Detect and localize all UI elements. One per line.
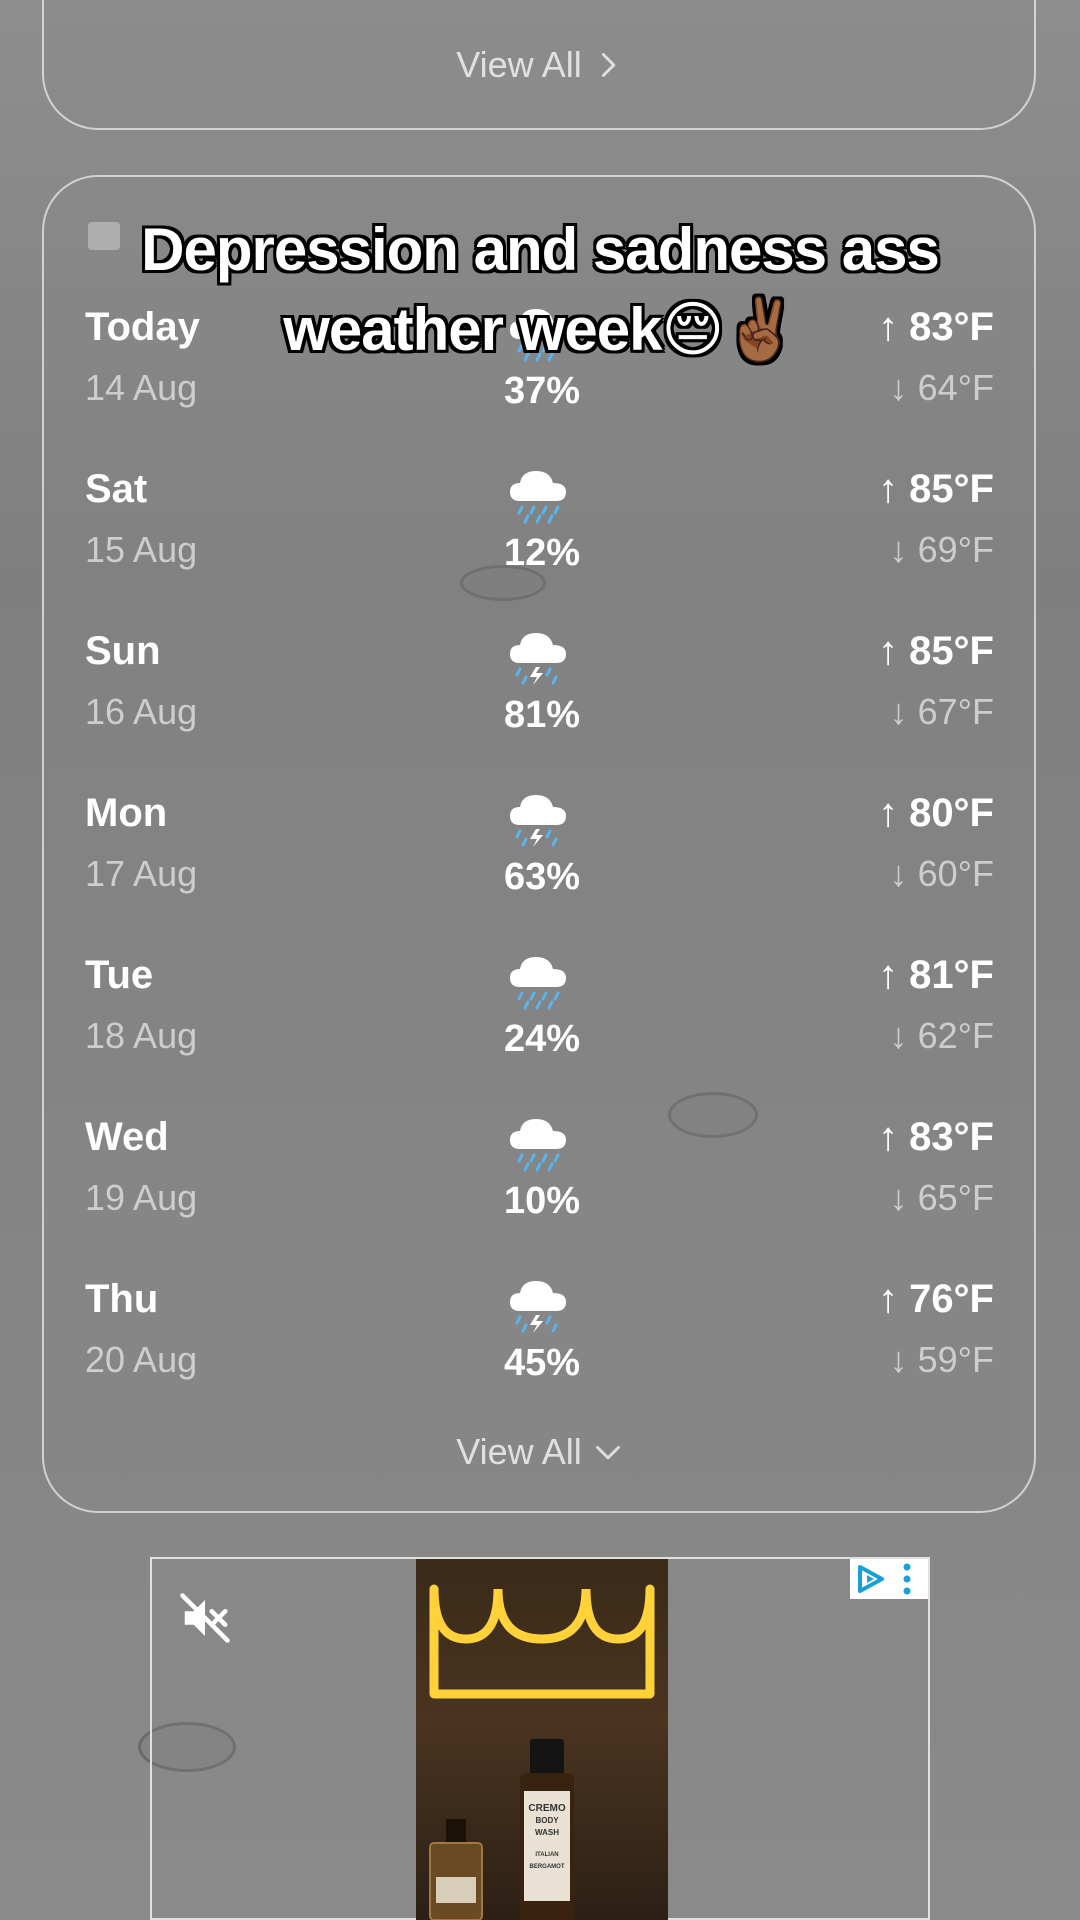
thunderstorm-icon [506, 785, 570, 849]
chevron-right-icon [601, 53, 615, 77]
day-name: Thu [85, 1277, 159, 1321]
precip-chance: 81% [503, 694, 581, 736]
body-wash-bottle: CREMO BODY WASH ITALIAN BERGAMOT [506, 1739, 588, 1920]
ad-product-image[interactable]: CREMO BODY WASH ITALIAN BERGAMOT [416, 1559, 668, 1920]
adchoices-icon[interactable] [850, 1559, 928, 1599]
view-all-label: View All [456, 44, 582, 85]
chevron-down-icon [595, 1445, 620, 1460]
precip-chance: 45% [503, 1342, 581, 1384]
forecast-row[interactable]: Wed 19 Aug 10% ↑ 83°F ↓ 65°F [42, 1115, 1036, 1265]
day-name: Tue [85, 953, 154, 997]
rain-cloud-icon [506, 947, 570, 1011]
precip-chance: 10% [503, 1180, 581, 1222]
adchoices-badge[interactable] [850, 1559, 928, 1599]
low-temp: ↓ 65°F [889, 1177, 994, 1218]
day-date: 14 Aug [85, 367, 198, 408]
precip-chance: 37% [503, 370, 581, 412]
precip-chance: 12% [503, 532, 581, 574]
day-name: Wed [85, 1115, 169, 1159]
low-temp: ↓ 64°F [889, 367, 994, 408]
previous-card: View All [42, 0, 1036, 130]
bottle-label: CREMO BODY WASH ITALIAN BERGAMOT [524, 1803, 570, 1873]
high-temp: ↑ 85°F [877, 629, 994, 673]
day-date: 19 Aug [85, 1177, 198, 1218]
video-caption: Depression and sadness ass weather week😔… [141, 216, 940, 363]
rain-cloud-icon [506, 461, 570, 525]
forecast-row[interactable]: Sat 15 Aug 12% ↑ 85°F ↓ 69°F [42, 467, 1036, 617]
cologne-bottle-image [429, 1819, 483, 1920]
forecast-row[interactable]: Thu 20 Aug 45% ↑ 76°F ↓ 59°F [42, 1277, 1036, 1427]
product-text-1: BODY [535, 1816, 559, 1825]
low-temp: ↓ 60°F [889, 853, 994, 894]
high-temp: ↑ 83°F [877, 1115, 994, 1159]
day-name: Sun [85, 629, 161, 673]
low-temp: ↓ 62°F [889, 1015, 994, 1056]
low-temp: ↓ 67°F [889, 691, 994, 732]
scent-text-1: ITALIAN [535, 1852, 559, 1858]
precip-chance: 63% [503, 856, 581, 898]
day-date: 17 Aug [85, 853, 198, 894]
scent-text-2: BERGAMOT [529, 1864, 565, 1870]
precip-chance: 24% [503, 1018, 581, 1060]
high-temp: ↑ 81°F [877, 953, 994, 997]
high-temp: ↑ 80°F [877, 791, 994, 835]
day-name: Sat [85, 467, 148, 511]
view-all-link-forecast[interactable]: View All [44, 1431, 1034, 1473]
neon-crown-sign [429, 1584, 655, 1699]
day-date: 20 Aug [85, 1339, 198, 1380]
low-temp: ↓ 69°F [889, 529, 994, 570]
forecast-row[interactable]: Tue 18 Aug 24% ↑ 81°F ↓ 62°F [42, 953, 1036, 1103]
advertisement[interactable]: CREMO BODY WASH ITALIAN BERGAMOT [150, 1557, 930, 1920]
high-temp: ↑ 76°F [877, 1277, 994, 1321]
more-options-icon[interactable] [902, 1559, 912, 1599]
brand-text: CREMO [528, 1803, 566, 1814]
day-date: 15 Aug [85, 529, 198, 570]
thunderstorm-icon [506, 1271, 570, 1335]
rain-cloud-icon [506, 1109, 570, 1173]
view-all-label: View All [456, 1431, 582, 1472]
thunderstorm-icon [506, 623, 570, 687]
view-all-link-top[interactable]: View All [44, 44, 1034, 86]
day-date: 18 Aug [85, 1015, 198, 1056]
day-date: 16 Aug [85, 691, 198, 732]
forecast-row[interactable]: Mon 17 Aug 63% ↑ 80°F ↓ 60°F [42, 791, 1036, 941]
low-temp: ↓ 59°F [889, 1339, 994, 1380]
forecast-row[interactable]: Sun 16 Aug 81% ↑ 85°F ↓ 67°F [42, 629, 1036, 779]
day-name: Mon [85, 791, 168, 835]
mute-icon[interactable] [178, 1591, 232, 1645]
product-text-2: WASH [535, 1828, 559, 1837]
high-temp: ↑ 85°F [877, 467, 994, 511]
